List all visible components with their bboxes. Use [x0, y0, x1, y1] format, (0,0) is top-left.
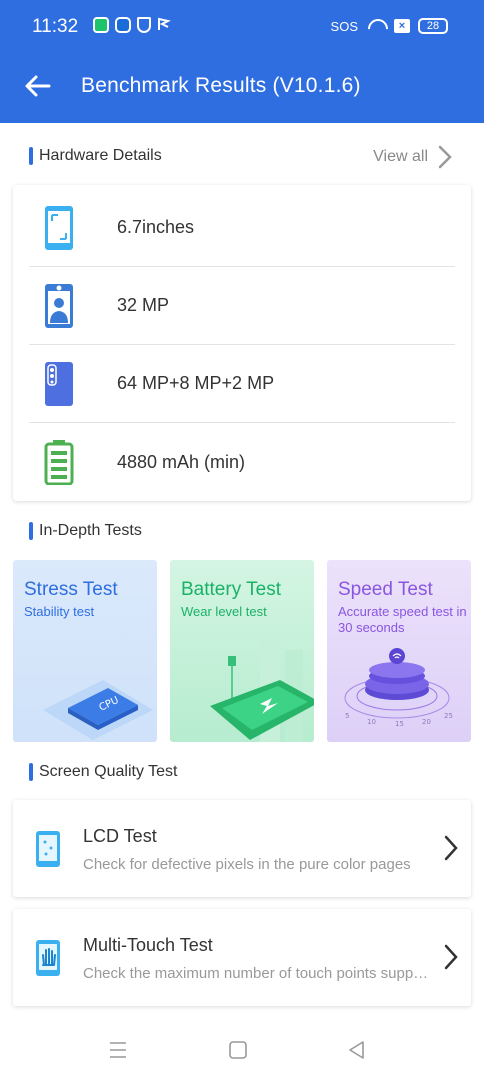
multi-touch-test-description: Check the maximum number of touch points…: [83, 965, 433, 982]
view-all-label: View all: [373, 148, 428, 165]
status-bar: 11:32 SOS × 28: [0, 0, 484, 56]
page-title: Benchmark Results (V10.1.6): [81, 74, 361, 97]
speed-test-subtitle-line2: 30 seconds: [338, 620, 405, 635]
multi-touch-test-title: Multi-Touch Test: [83, 935, 213, 955]
home-nav-button[interactable]: [227, 1040, 249, 1060]
sim-icon: ×: [394, 19, 410, 33]
screen-size-value: 6.7inches: [117, 217, 195, 237]
section-accent-bar: [29, 147, 33, 165]
shield-icon: [137, 17, 151, 33]
hardware-row-front-camera: 32 MP: [29, 267, 455, 345]
front-camera-icon: [43, 283, 75, 329]
battery-indicator: 28: [418, 18, 448, 34]
stress-test-card[interactable]: Stress Test Stability test CPU: [13, 560, 157, 742]
battery-test-card[interactable]: Battery Test Wear level test: [170, 560, 314, 742]
battery-capacity-value: 4880 mAh (min): [117, 451, 246, 472]
rear-camera-value: 64 MP+8 MP+2 MP: [117, 373, 275, 393]
speed-test-card[interactable]: Speed Test Accurate speed test in 30 sec…: [327, 560, 471, 742]
stress-test-subtitle: Stability test: [24, 604, 95, 619]
flag-icon: [157, 17, 171, 31]
screen-quality-section-header: Screen Quality Test: [29, 761, 177, 783]
speed-test-title: Speed Test: [338, 579, 433, 600]
hardware-section-title: Hardware Details: [39, 147, 162, 164]
indepth-section-header: In-Depth Tests: [29, 520, 142, 542]
arrow-left-icon: [25, 75, 51, 97]
chevron-right-icon: [441, 834, 461, 862]
system-navigation-bar: [0, 1018, 484, 1080]
sos-label: SOS: [330, 18, 358, 34]
status-right: SOS × 28: [331, 18, 448, 34]
wifi-icon: [366, 19, 386, 33]
rear-camera-icon: [43, 361, 75, 407]
speed-test-subtitle-line1: Accurate speed test in: [338, 604, 467, 619]
view-all-link[interactable]: View all: [373, 144, 456, 170]
lcd-phone-icon: [35, 830, 61, 868]
touch-hand-icon: [35, 939, 61, 977]
hardware-row-battery: 4880 mAh (min): [29, 423, 455, 501]
screen-quality-section-title: Screen Quality Test: [39, 763, 178, 780]
svg-text:20: 20: [422, 718, 431, 726]
lcd-test-title: LCD Test: [83, 826, 157, 846]
lcd-test-item[interactable]: LCD Test Check for defective pixels in t…: [13, 800, 471, 897]
chevron-right-icon: [438, 145, 452, 169]
svg-text:15: 15: [395, 720, 404, 728]
back-nav-button[interactable]: [346, 1040, 368, 1060]
cpu-illustration: CPU: [13, 640, 157, 742]
battery-icon: [43, 439, 75, 486]
home-square-icon: [229, 1041, 247, 1059]
speedometer-illustration: 5 10 15 20 25: [327, 640, 471, 742]
speed-test-subtitle: Accurate speed test in 30 seconds: [338, 604, 467, 636]
svg-text:5: 5: [345, 712, 349, 720]
hardware-card: 6.7inches 32 MP 64 MP+8 MP+2 MP 4880 mAh…: [13, 185, 471, 501]
battery-test-title: Battery Test: [181, 579, 281, 600]
back-button[interactable]: [22, 70, 54, 102]
battery-illustration: [170, 640, 314, 742]
front-camera-value: 32 MP: [117, 295, 170, 315]
section-accent-bar: [29, 763, 33, 781]
menu-nav-button[interactable]: [107, 1040, 129, 1060]
section-accent-bar: [29, 522, 33, 540]
menu-icon: [110, 1042, 126, 1058]
status-time: 11:32: [32, 16, 79, 37]
lcd-test-description: Check for defective pixels in the pure c…: [83, 856, 411, 873]
notification-icons: [93, 17, 171, 33]
svg-text:25: 25: [444, 712, 453, 720]
battery-test-subtitle: Wear level test: [181, 604, 267, 619]
stress-test-title: Stress Test: [24, 579, 118, 600]
app-header: 11:32 SOS × 28 Benchmark Results (V10.1.…: [0, 0, 484, 123]
hardware-row-rear-camera: 64 MP+8 MP+2 MP: [29, 345, 455, 423]
hardware-section-header: Hardware Details: [29, 145, 162, 167]
multi-touch-test-item[interactable]: Multi-Touch Test Check the maximum numbe…: [13, 909, 471, 1006]
screen-icon: [43, 205, 75, 251]
svg-text:10: 10: [367, 718, 376, 726]
app-notification-icon: [93, 17, 109, 33]
back-triangle-icon: [349, 1041, 364, 1059]
app-notification-icon-2: [115, 17, 131, 33]
hardware-row-screen: 6.7inches: [29, 189, 455, 267]
indepth-section-title: In-Depth Tests: [39, 522, 142, 539]
chevron-right-icon: [441, 943, 461, 971]
